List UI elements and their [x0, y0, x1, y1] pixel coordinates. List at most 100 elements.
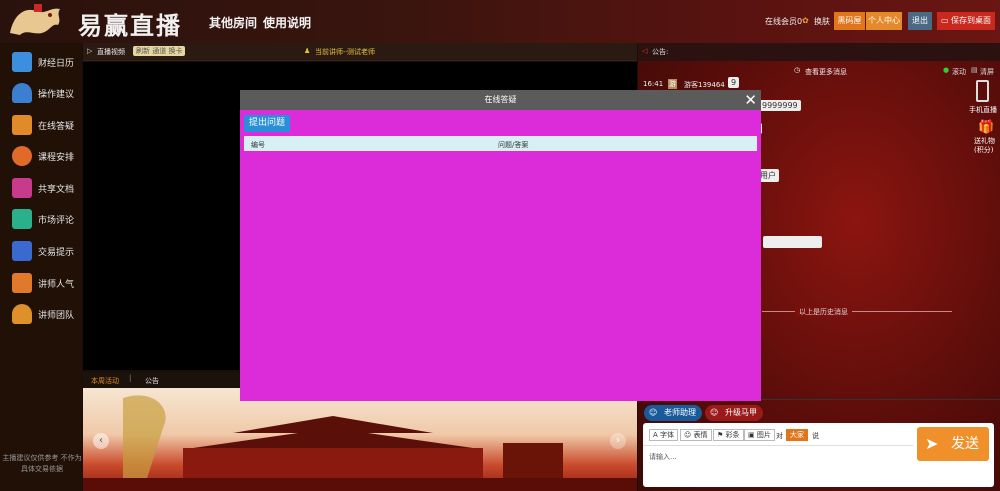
- announcement-bar: ◁ 公告:: [638, 43, 1000, 61]
- color-bar-button-label: 彩条: [725, 431, 740, 439]
- save-desktop-button[interactable]: ▭ 保存到桌面: [937, 12, 995, 30]
- vip-button[interactable]: 黑码屋: [834, 12, 865, 30]
- chat-input-box: A 字体 ☺ 表情 ⚑ 彩条 ▣ 图片 对 大家 说 请输入... ➤ 发送: [643, 423, 994, 487]
- tab-divider: |: [129, 374, 132, 382]
- emoji-button-label: 表情: [693, 431, 708, 439]
- save-desktop-label: 保存到桌面: [951, 16, 991, 25]
- logout-button[interactable]: 退出: [908, 12, 932, 30]
- recipient-select[interactable]: 大家: [786, 429, 808, 441]
- person-chart-icon: [12, 146, 32, 166]
- dragon-logo-icon: [10, 4, 60, 35]
- top-header: 易赢直播 其他房间 使用说明 在线会员0 ✿ 换肤 黑码屋 个人中心 退出 ▭ …: [0, 0, 1000, 43]
- scroll-icon: ●: [943, 66, 950, 74]
- to-label: 对: [776, 432, 783, 440]
- current-teacher-name: 测试老师: [347, 48, 375, 56]
- document-icon: [12, 115, 32, 135]
- sidebar-item-team[interactable]: 讲师团队: [12, 302, 82, 326]
- play-icon: ▷: [87, 47, 93, 55]
- skin-button[interactable]: 换肤: [814, 16, 830, 27]
- sidebar-item-schedule[interactable]: 课程安排: [12, 144, 82, 168]
- banner-next-arrow[interactable]: ›: [610, 433, 626, 449]
- paper-plane-icon: ➤: [925, 434, 939, 453]
- message-input[interactable]: 请输入...: [649, 452, 677, 462]
- say-label: 说: [812, 432, 819, 440]
- modal-header: 在线答疑 ✕: [240, 90, 761, 110]
- tab-announcement[interactable]: 公告: [145, 376, 159, 386]
- nav-usage-guide[interactable]: 使用说明: [263, 14, 311, 31]
- sidebar-item-popularity[interactable]: 讲师人气: [12, 271, 82, 295]
- sidebar-item-label: 课程安排: [38, 153, 75, 163]
- send-button[interactable]: ➤ 发送: [917, 427, 989, 461]
- mobile-live-label[interactable]: 手机直播: [969, 105, 997, 115]
- sidebar-item-calendar[interactable]: 财经日历: [12, 50, 82, 74]
- skin-icon[interactable]: ✿: [802, 16, 809, 25]
- message-bubble: 9999999: [759, 100, 801, 111]
- sidebar-item-label: 讲师人气: [38, 280, 75, 290]
- sidebar-item-label: 共享文档: [38, 185, 75, 195]
- thumbs-up-icon: [12, 273, 32, 293]
- video-header: ▷ 直播视频 刷新 通道 换卡 ♟ 当前讲师-- 测试老师: [83, 43, 637, 61]
- history-divider: [762, 311, 952, 312]
- column-number: 编号: [251, 141, 265, 149]
- clear-screen-button[interactable]: 清屏: [980, 67, 994, 77]
- mobile-icon[interactable]: [976, 80, 989, 102]
- disclaimer-text: 主播建议仅供参考 不作为具体交易依据: [2, 454, 82, 473]
- upgrade-button-label: 升级马甲: [725, 408, 757, 417]
- image-button-label: 图片: [756, 431, 771, 439]
- message-badge: 9: [728, 77, 740, 88]
- scroll-toggle[interactable]: 滚动: [952, 67, 966, 77]
- banner-prev-arrow[interactable]: ‹: [93, 433, 109, 449]
- sidebar-item-label: 在线答疑: [38, 122, 75, 132]
- trash-icon: ▤: [971, 66, 978, 74]
- site-name: 易赢直播: [78, 11, 182, 40]
- gift-message-bubble: [763, 236, 822, 248]
- trend-icon: [12, 178, 32, 198]
- sidebar-item-label: 财经日历: [38, 59, 75, 69]
- profile-button[interactable]: 个人中心: [866, 12, 902, 30]
- close-icon[interactable]: ✕: [744, 91, 757, 109]
- history-label: 以上是历史消息: [795, 307, 852, 317]
- sidebar-item-label: 讲师团队: [38, 311, 75, 321]
- sidebar-item-qa[interactable]: 在线答疑: [12, 113, 82, 137]
- books-icon: [12, 209, 32, 229]
- monitor-icon: ▭: [941, 16, 949, 25]
- send-gift-label[interactable]: 送礼物(积分): [974, 137, 998, 155]
- online-members: 在线会员0: [765, 17, 803, 26]
- qa-table-header: 编号 问题/答案: [244, 136, 757, 151]
- promo-banner[interactable]: ‹ ›: [83, 388, 637, 491]
- more-messages-link[interactable]: 查看更多消息: [805, 67, 847, 77]
- upgrade-button[interactable]: ☺ 升级马甲: [705, 405, 763, 421]
- ask-question-button[interactable]: 提出问题: [244, 115, 291, 132]
- sidebar-item-trade-tips[interactable]: 交易提示: [12, 239, 82, 263]
- clock-icon: ◷: [794, 66, 801, 74]
- live-video-label: 直播视频: [97, 48, 125, 56]
- tab-weekly-activity[interactable]: 本周活动: [91, 376, 119, 386]
- user-icon: [12, 304, 32, 324]
- mail-icon: [12, 241, 32, 261]
- teacher-icon: ♟: [304, 47, 311, 55]
- emoji-button[interactable]: ☺ 表情: [680, 429, 712, 441]
- assistant-button-label: 老师助理: [664, 408, 696, 417]
- assistant-button[interactable]: ☺ 老师助理: [644, 405, 702, 421]
- refresh-button[interactable]: 刷新 通道 换卡: [133, 46, 186, 56]
- speaker-icon: ◁: [642, 47, 648, 55]
- sidebar-item-label: 交易提示: [38, 248, 75, 258]
- tiananmen-illustration: [83, 395, 637, 491]
- announcement-label: 公告:: [652, 48, 669, 56]
- upgrade-avatar-icon: ☺: [710, 408, 719, 417]
- color-bar-button[interactable]: ⚑ 彩条: [713, 429, 744, 441]
- sidebar-item-shared-docs[interactable]: 共享文档: [12, 176, 82, 200]
- font-button[interactable]: A 字体: [649, 429, 679, 441]
- gift-icon[interactable]: 🎁: [978, 120, 994, 135]
- user-level-icon: 游: [668, 79, 677, 89]
- nav-other-rooms[interactable]: 其他房间: [209, 14, 257, 31]
- current-teacher-label: 当前讲师--: [315, 48, 349, 56]
- message-username[interactable]: 游客139464: [684, 80, 725, 90]
- column-question-answer: 问题/答案: [498, 141, 529, 149]
- sidebar-item-market-review[interactable]: 市场评论: [12, 207, 82, 231]
- image-button[interactable]: ▣ 图片: [744, 429, 775, 441]
- modal-title: 在线答疑: [484, 95, 517, 104]
- sidebar-item-advice[interactable]: 操作建议: [12, 81, 82, 105]
- assistant-avatar-icon: ☺: [649, 408, 658, 417]
- toolbar-divider: [643, 445, 913, 446]
